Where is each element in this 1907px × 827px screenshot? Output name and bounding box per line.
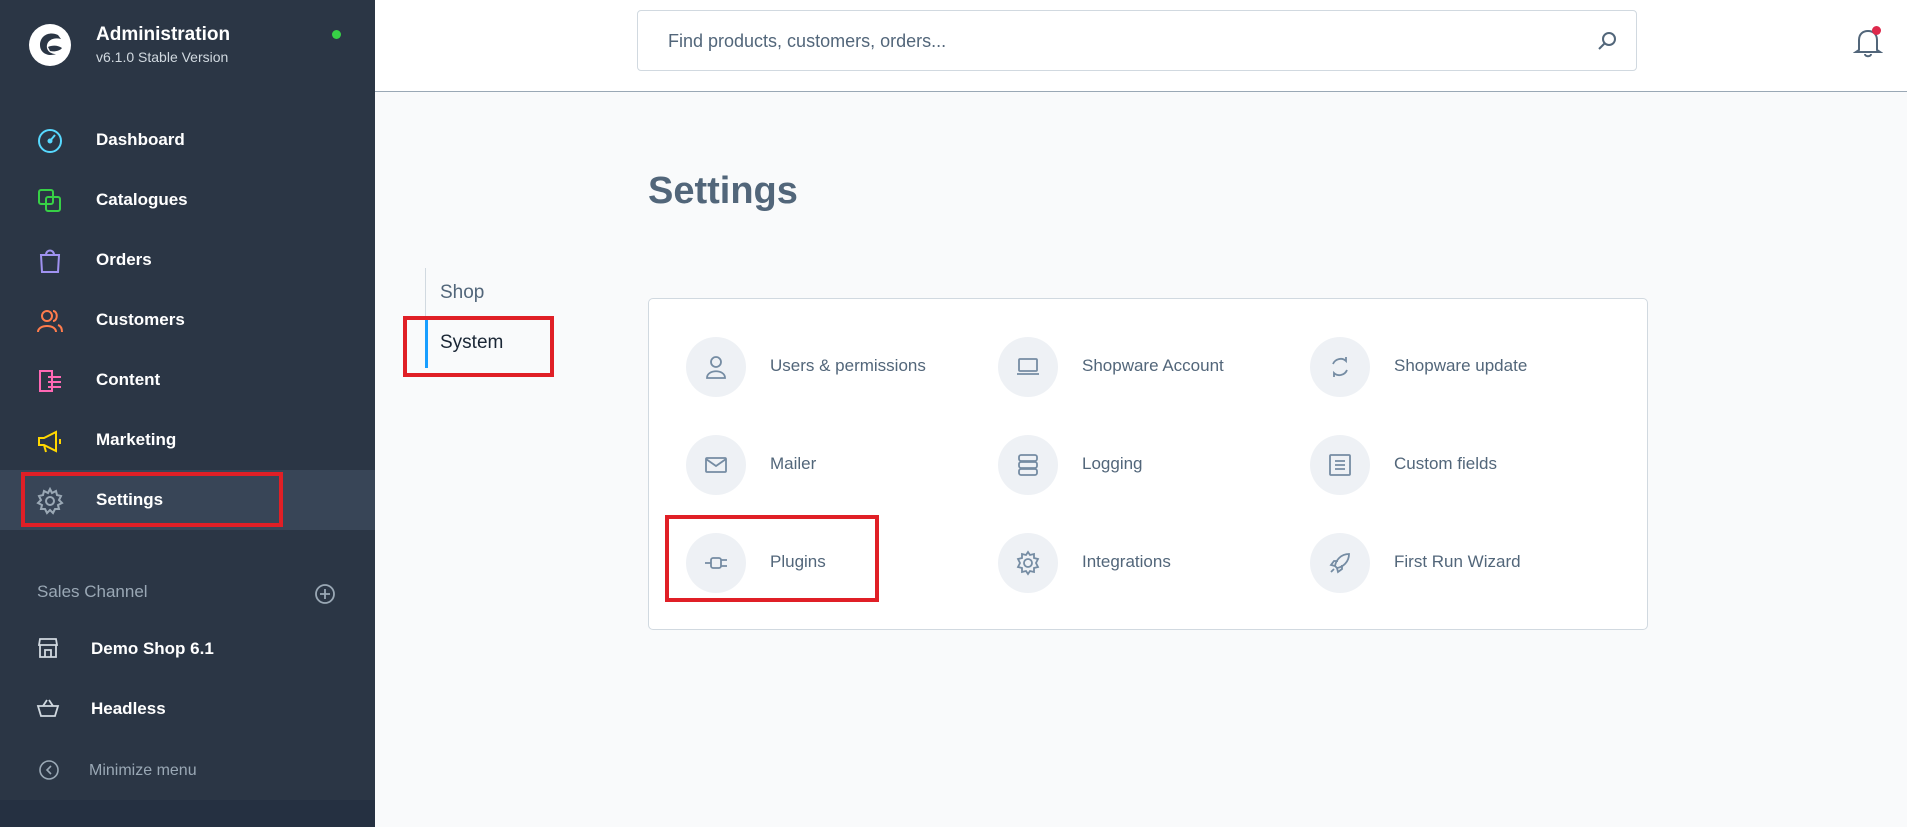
setting-label: Shopware update: [1394, 356, 1528, 375]
tab-system[interactable]: System: [425, 318, 545, 368]
sales-channel-header: Sales Channel: [37, 582, 148, 601]
customers-icon: [37, 310, 63, 333]
setting-icon-circle: [686, 435, 746, 495]
page-title: Settings: [648, 170, 798, 212]
sidebar-footer: [0, 800, 375, 827]
main-nav: Dashboard Catalogues Orders Customers Co…: [0, 110, 375, 530]
plug-icon: [705, 557, 727, 569]
brand-version: v6.1.0 Stable Version: [96, 49, 229, 65]
nav-item-marketing[interactable]: Marketing: [0, 410, 375, 470]
setting-icon-circle: [1310, 435, 1370, 495]
setting-label: Logging: [1082, 454, 1143, 473]
nav-item-catalogues[interactable]: Catalogues: [0, 170, 375, 230]
orders-icon: [39, 249, 61, 273]
nav-item-settings[interactable]: Settings: [0, 470, 375, 530]
minimize-menu-button[interactable]: Minimize menu: [0, 750, 375, 790]
nav-label-customers: Customers: [96, 310, 185, 329]
tab-shop[interactable]: Shop: [425, 268, 545, 318]
online-status-dot: [332, 30, 341, 39]
sales-channel-label-demo-shop: Demo Shop 6.1: [91, 639, 214, 658]
setting-icon-circle: [686, 533, 746, 593]
setting-icon-circle: [1310, 533, 1370, 593]
setting-icon-circle: [998, 337, 1058, 397]
setting-users-permissions[interactable]: Users & permissions: [686, 337, 986, 397]
setting-icon-circle: [1310, 337, 1370, 397]
minimize-menu-label: Minimize menu: [89, 762, 197, 779]
setting-label: Mailer: [770, 454, 817, 473]
setting-integrations[interactable]: Integrations: [998, 533, 1298, 593]
setting-shopware-account[interactable]: Shopware Account: [998, 337, 1298, 397]
storefront-icon: [37, 638, 59, 658]
marketing-icon: [38, 430, 61, 453]
list-icon: [1329, 454, 1351, 476]
setting-logging[interactable]: Logging: [998, 435, 1298, 495]
server-icon: [1018, 454, 1038, 476]
catalogues-icon: [38, 189, 61, 212]
user-icon: [706, 356, 726, 379]
settings-grid-card: Users & permissions Shopware Account Sho…: [648, 298, 1648, 630]
nav-label-catalogues: Catalogues: [96, 190, 188, 209]
content-icon: [39, 370, 61, 392]
notification-badge: [1872, 26, 1881, 35]
rocket-icon: [1329, 553, 1350, 574]
nav-item-dashboard[interactable]: Dashboard: [0, 110, 375, 170]
settings-icon: [36, 487, 64, 515]
sales-channel-label-headless: Headless: [91, 699, 166, 718]
nav-label-settings: Settings: [96, 490, 164, 509]
nav-item-customers[interactable]: Customers: [0, 290, 375, 350]
setting-icon-circle: [998, 435, 1058, 495]
add-sales-channel-icon[interactable]: [314, 583, 336, 605]
envelope-icon: [705, 457, 727, 473]
nav-item-orders[interactable]: Orders: [0, 230, 375, 290]
chevron-left-circle-icon: [39, 760, 59, 780]
nav-item-content[interactable]: Content: [0, 350, 375, 410]
setting-icon-circle: [998, 533, 1058, 593]
setting-label: Integrations: [1082, 552, 1171, 571]
setting-custom-fields[interactable]: Custom fields: [1310, 435, 1610, 495]
brand-title: Administration: [96, 24, 231, 45]
nav-label-orders: Orders: [96, 250, 152, 269]
laptop-icon: [1017, 358, 1039, 375]
brand-header: Administration v6.1.0 Stable Version: [0, 0, 375, 92]
setting-icon-circle: [686, 337, 746, 397]
refresh-icon: [1332, 357, 1348, 377]
dashboard-icon: [38, 129, 62, 153]
top-bar: [375, 0, 1907, 92]
search-icon[interactable]: [1596, 30, 1618, 52]
setting-shopware-update[interactable]: Shopware update: [1310, 337, 1610, 397]
setting-label: Users & permissions: [770, 356, 926, 375]
sales-channel-item-headless[interactable]: Headless: [0, 684, 375, 734]
setting-plugins[interactable]: Plugins: [686, 533, 986, 593]
setting-label: Plugins: [770, 552, 826, 571]
global-search: [637, 10, 1637, 71]
setting-mailer[interactable]: Mailer: [686, 435, 986, 495]
setting-label: Custom fields: [1394, 454, 1497, 473]
basket-icon: [36, 699, 60, 717]
nav-label-dashboard: Dashboard: [96, 130, 185, 149]
setting-label: Shopware Account: [1082, 356, 1224, 375]
nav-label-marketing: Marketing: [96, 430, 177, 449]
sales-channel-item-demo-shop[interactable]: Demo Shop 6.1: [0, 624, 375, 674]
gear-icon: [1016, 550, 1040, 576]
search-input[interactable]: [668, 29, 1568, 53]
shopware-logo-icon[interactable]: [28, 23, 72, 67]
setting-first-run-wizard[interactable]: First Run Wizard: [1310, 533, 1610, 593]
setting-label: First Run Wizard: [1394, 552, 1521, 571]
sidebar: Administration v6.1.0 Stable Version Das…: [0, 0, 375, 827]
nav-label-content: Content: [96, 370, 161, 389]
